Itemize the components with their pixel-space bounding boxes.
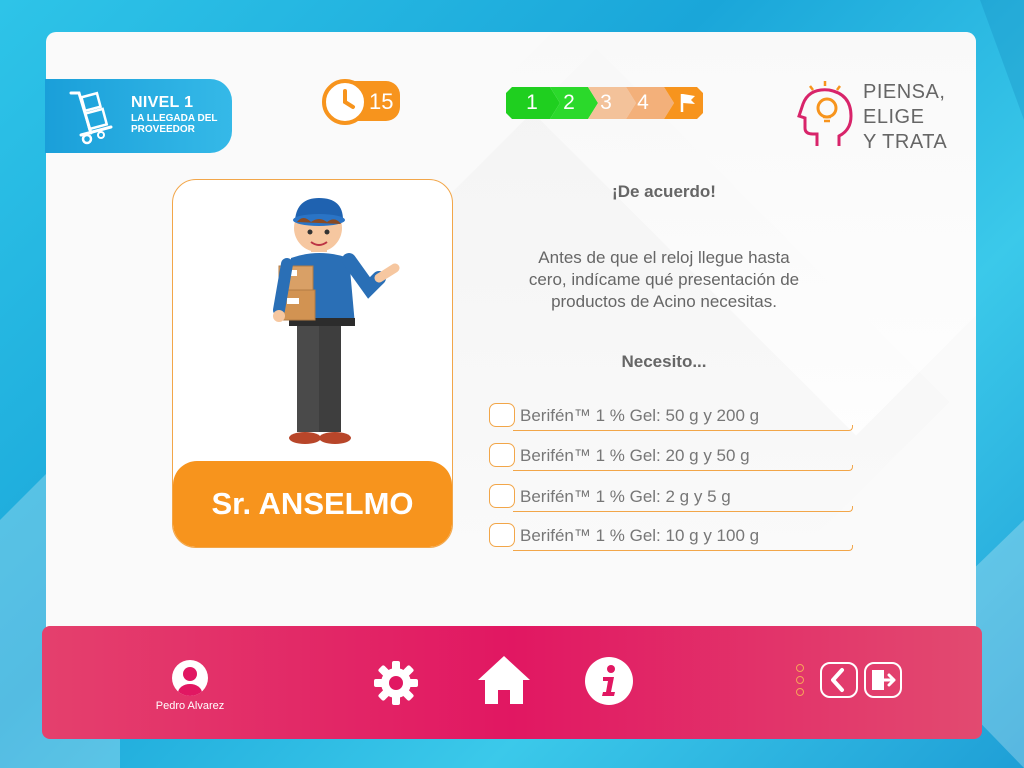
character-name: Sr. ANSELMO [173, 461, 452, 547]
timer-value: 15 [369, 89, 394, 114]
head-lightbulb-icon [797, 81, 853, 146]
option-label: Berifén™ 1 % Gel: 2 g y 5 g [520, 487, 731, 506]
option-label: Berifén™ 1 % Gel: 10 g y 100 g [520, 526, 760, 545]
option-checkbox[interactable] [489, 403, 515, 427]
character-card: Sr. ANSELMO [172, 179, 453, 548]
back-icon [831, 668, 844, 692]
level-subtitle: LA LLEGADA DEL PROVEEDOR [131, 113, 218, 135]
user-profile[interactable]: Pedro Alvarez [154, 660, 226, 712]
hand-truck-icon [69, 91, 113, 145]
option-label: Berifén™ 1 % Gel: 50 g y 200 g [520, 406, 760, 425]
countdown-timer: 15 [322, 79, 400, 125]
option-checkbox[interactable] [489, 484, 515, 508]
level-title: NIVEL 1 [131, 94, 194, 111]
dialog-need: Necesito... [621, 352, 707, 371]
option-checkbox[interactable] [489, 443, 515, 467]
option-checkbox[interactable] [489, 523, 515, 547]
option-label: Berifén™ 1 % Gel: 20 g y 50 g [520, 446, 750, 465]
gear-icon[interactable] [372, 659, 420, 707]
piensa-elige-logo: PIENSA, ELIGE Y TRATA [795, 78, 955, 158]
logo-line-3: Y TRATA [863, 131, 948, 153]
info-icon[interactable] [584, 656, 634, 706]
back-button[interactable] [820, 662, 858, 698]
step-2: 2 [563, 91, 575, 114]
level-badge: NIVEL 1 LA LLEGADA DEL PROVEEDOR [45, 79, 232, 153]
answer-option-1[interactable]: Berifén™ 1 % Gel: 50 g y 200 g [489, 403, 853, 431]
answer-option-4[interactable]: Berifén™ 1 % Gel: 10 g y 100 g [489, 523, 853, 551]
home-icon[interactable] [476, 652, 532, 708]
exit-icon [872, 670, 896, 690]
avatar [172, 660, 208, 696]
dialog-prompt: Antes de que el reloj llegue hasta cero,… [528, 248, 800, 311]
step-3: 3 [600, 91, 612, 114]
user-name: Pedro Alvarez [155, 700, 225, 712]
delivery-man-illustration [273, 198, 400, 444]
dialog-greeting: ¡De acuerdo! [612, 182, 716, 201]
logo-line-2: ELIGE [863, 106, 925, 128]
step-4: 4 [637, 91, 649, 114]
more-dots [796, 664, 806, 700]
clock-icon [322, 79, 368, 125]
answer-option-2[interactable]: Berifén™ 1 % Gel: 20 g y 50 g [489, 443, 853, 471]
progress-steps: 1 2 3 4 [506, 87, 703, 119]
bottom-toolbar: Pedro Alvarez [42, 626, 982, 739]
step-1: 1 [526, 91, 538, 114]
logo-line-1: PIENSA, [863, 81, 946, 103]
answer-option-3[interactable]: Berifén™ 1 % Gel: 2 g y 5 g [489, 484, 853, 512]
exit-button[interactable] [864, 662, 902, 698]
